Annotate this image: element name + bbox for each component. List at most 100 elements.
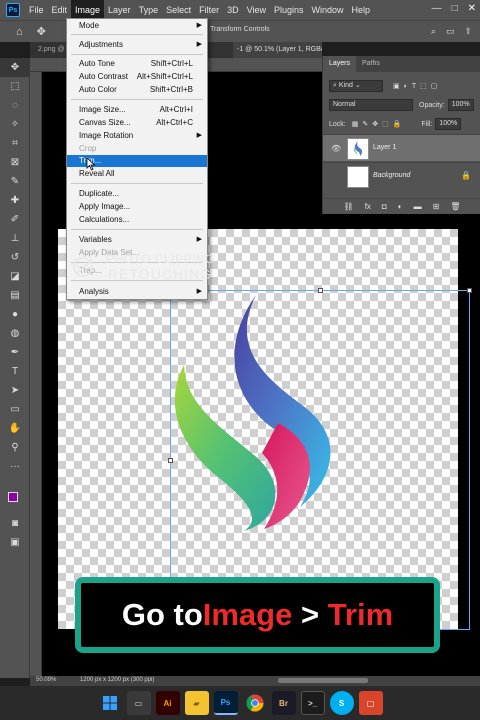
photoshop-logo-icon[interactable]: Ps	[6, 3, 20, 17]
zoom-tool-icon[interactable]: ⚲	[0, 438, 30, 457]
tab-paths[interactable]: Paths	[356, 56, 386, 72]
windows-start-icon[interactable]	[98, 691, 122, 715]
filter-kind-select[interactable]: ⌕ Kind ⌄	[329, 80, 383, 92]
zoom-level[interactable]: 50.09%	[36, 677, 56, 683]
menu-item-auto-color[interactable]: Auto Color Shift+Ctrl+B	[67, 84, 207, 96]
menu-item-image-size[interactable]: Image Size... Alt+Ctrl+I	[67, 104, 207, 116]
menu-layer[interactable]: Layer	[104, 0, 135, 20]
layer-row-background[interactable]: Background 🔒	[323, 162, 480, 189]
folder-icon[interactable]: ▰	[184, 691, 209, 715]
menu-help[interactable]: Help	[348, 0, 375, 20]
magic-wand-tool-icon[interactable]: ✧	[0, 115, 30, 134]
document-info[interactable]: 1200 px x 1200 px (300 ppi)	[80, 677, 154, 683]
document-tab-1[interactable]: 2.png @	[34, 42, 69, 58]
layer-row-layer-1[interactable]: 👁 Layer 1	[323, 134, 480, 161]
menu-3d[interactable]: 3D	[223, 0, 243, 20]
menu-item-calculations[interactable]: Calculations...	[67, 214, 207, 226]
menu-item-image-rotation[interactable]: Image Rotation ▶	[67, 130, 207, 142]
menu-image[interactable]: Image	[71, 0, 105, 20]
path-selection-tool-icon[interactable]: ➤	[0, 381, 30, 400]
menu-item-variables[interactable]: Variables ▶	[67, 234, 207, 246]
frame-tool-icon[interactable]: ⊠	[0, 153, 30, 172]
hand-tool-icon[interactable]: ✋	[0, 419, 30, 438]
mask-icon[interactable]: ◘	[382, 202, 387, 211]
terminal-icon[interactable]: >_	[300, 691, 325, 715]
move-tool-icon[interactable]: ✥	[0, 58, 30, 77]
horizontal-scrollbar[interactable]	[278, 678, 368, 683]
submenu-arrow-icon: ▶	[196, 288, 202, 295]
app-icon[interactable]: ▢	[358, 691, 383, 715]
home-icon[interactable]: ⌂	[16, 26, 23, 38]
menu-item-mode[interactable]: Mode ▶	[67, 20, 207, 32]
menu-item-canvas-size[interactable]: Canvas Size... Alt+Ctrl+C	[67, 117, 207, 129]
blur-tool-icon[interactable]: ●	[0, 305, 30, 324]
menu-view[interactable]: View	[243, 0, 270, 20]
lock-fill-row: Lock: ▦✎✥⬚🔒 Fill: 100%	[329, 118, 462, 130]
rectangle-tool-icon[interactable]: ▭	[0, 400, 30, 419]
photoshop-icon[interactable]: Ps	[213, 691, 238, 715]
menu-plugins[interactable]: Plugins	[270, 0, 308, 20]
transform-controls-checkbox[interactable]: Transform Controls	[210, 26, 270, 33]
eyedropper-tool-icon[interactable]: ✎	[0, 172, 30, 191]
fill-input[interactable]: 100%	[435, 118, 462, 130]
close-button[interactable]: ✕	[468, 3, 476, 14]
delete-icon[interactable]: 🗑	[450, 202, 460, 211]
caption-part-1: Go to	[121, 597, 203, 632]
fx-icon[interactable]: fx	[365, 202, 371, 211]
layer-name: Layer 1	[373, 144, 397, 151]
chrome-icon[interactable]	[243, 691, 267, 715]
eye-icon[interactable]: 👁	[331, 144, 341, 153]
workspace-icon[interactable]: ▭	[446, 26, 455, 37]
artboard-tool-icon[interactable]: ⬚	[0, 77, 30, 96]
menu-item-auto-contrast[interactable]: Auto Contrast Alt+Shift+Ctrl+L	[67, 71, 207, 83]
crop-tool-icon[interactable]: ⌗	[0, 134, 30, 153]
screen-mode-icon[interactable]: ▣	[0, 533, 30, 552]
menu-item-auto-tone[interactable]: Auto Tone Shift+Ctrl+L	[67, 58, 207, 70]
lock-icons[interactable]: ▦✎✥⬚🔒	[352, 120, 406, 128]
menu-item-analysis[interactable]: Analysis ▶	[67, 286, 207, 298]
more-tools-icon[interactable]: ···	[0, 457, 30, 476]
group-icon[interactable]: ▬	[414, 202, 422, 211]
minimize-button[interactable]: —	[432, 3, 442, 14]
gradient-tool-icon[interactable]: ▤	[0, 286, 30, 305]
history-brush-tool-icon[interactable]: ↺	[0, 248, 30, 267]
filter-icons[interactable]: ▣◐T⬚▢	[393, 82, 441, 90]
move-tool-icon[interactable]: ✥	[37, 25, 46, 38]
eraser-tool-icon[interactable]: ◪	[0, 267, 30, 286]
search-icon[interactable]: ⌕	[431, 26, 436, 37]
brush-tool-icon[interactable]: ✐	[0, 210, 30, 229]
menu-edit[interactable]: Edit	[48, 0, 72, 20]
menu-type[interactable]: Type	[135, 0, 163, 20]
menu-select[interactable]: Select	[162, 0, 195, 20]
blend-mode-select[interactable]: Normal	[329, 99, 413, 111]
lasso-tool-icon[interactable]: ◌	[0, 96, 30, 115]
maximize-button[interactable]: □	[452, 3, 458, 14]
submenu-arrow-icon: ▶	[196, 22, 202, 29]
link-icon[interactable]: ⛓	[344, 202, 354, 211]
document-tab-active[interactable]: -1 @ 50.1% (Layer 1, RGB/8) *	[233, 42, 322, 58]
opacity-input[interactable]: 100%	[447, 99, 474, 111]
menu-item-duplicate[interactable]: Duplicate...	[67, 188, 207, 200]
ruler-vertical	[30, 72, 42, 678]
quick-mask-icon[interactable]: ◙	[0, 514, 30, 533]
menu-file[interactable]: File	[25, 0, 48, 20]
dodge-tool-icon[interactable]: ◍	[0, 324, 30, 343]
menu-item-apply-image[interactable]: Apply Image...	[67, 201, 207, 213]
type-tool-icon[interactable]: T	[0, 362, 30, 381]
clone-stamp-tool-icon[interactable]: ⊥	[0, 229, 30, 248]
menu-window[interactable]: Window	[308, 0, 348, 20]
tab-layers[interactable]: Layers	[323, 56, 357, 72]
new-layer-icon[interactable]: ⊞	[433, 202, 440, 211]
share-icon[interactable]: ⇪	[464, 26, 472, 37]
taskbar: ▭ Ai ▰ Ps Br >_ S ▢	[0, 686, 480, 720]
menu-item-adjustments[interactable]: Adjustments ▶	[67, 39, 207, 51]
adjustment-icon[interactable]: ◐	[398, 202, 403, 211]
bridge-icon[interactable]: Br	[271, 691, 296, 715]
skype-icon[interactable]: S	[329, 691, 354, 715]
healing-brush-tool-icon[interactable]: ✚	[0, 191, 30, 210]
pen-tool-icon[interactable]: ✒	[0, 343, 30, 362]
foreground-color-swatch[interactable]	[8, 492, 18, 502]
illustrator-icon[interactable]: Ai	[155, 691, 180, 715]
task-view-icon[interactable]: ▭	[126, 691, 151, 715]
menu-filter[interactable]: Filter	[195, 0, 223, 20]
